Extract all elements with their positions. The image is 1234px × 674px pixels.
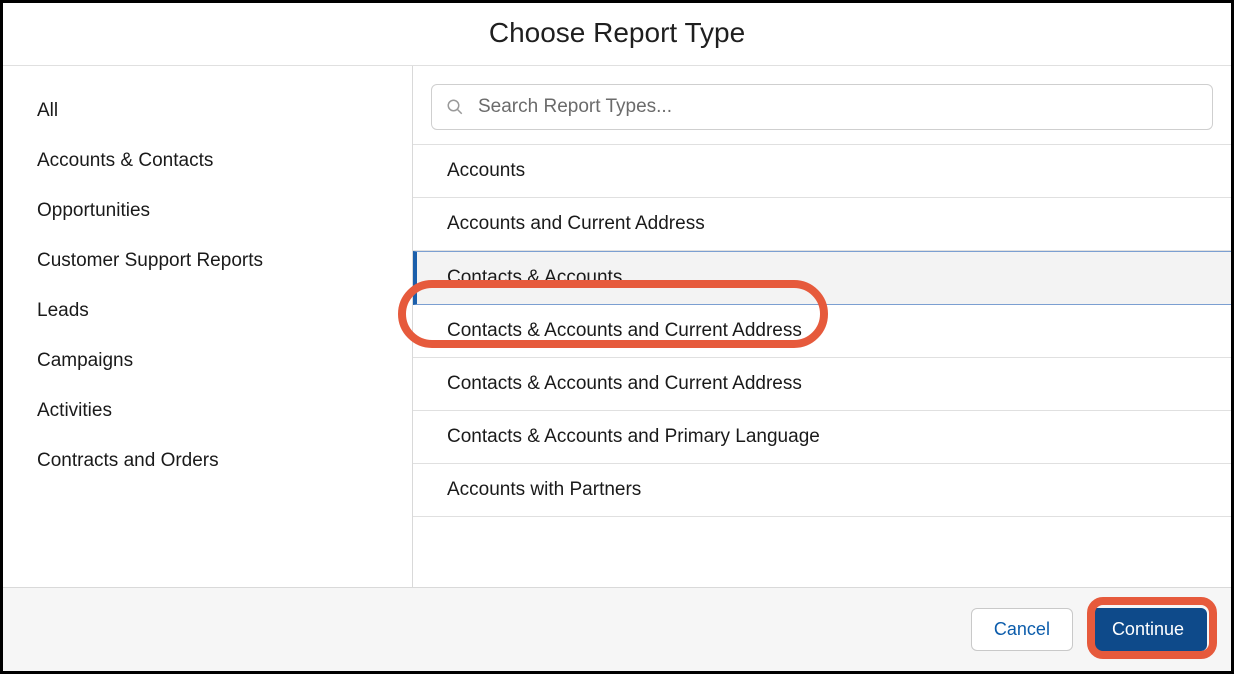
dialog-header: Choose Report Type [3, 3, 1231, 66]
dialog-title: Choose Report Type [3, 17, 1231, 49]
sidebar-item-accounts-contacts[interactable]: Accounts & Contacts [3, 136, 412, 186]
category-sidebar: All Accounts & Contacts Opportunities Cu… [3, 66, 413, 587]
report-type-row[interactable]: Contacts & Accounts and Current Address [413, 305, 1231, 358]
report-type-row[interactable]: Accounts and Current Address [413, 198, 1231, 251]
report-type-row-selected[interactable]: Contacts & Accounts [413, 251, 1231, 305]
search-wrap [413, 66, 1231, 144]
sidebar-item-campaigns[interactable]: Campaigns [3, 336, 412, 386]
sidebar-item-opportunities[interactable]: Opportunities [3, 186, 412, 236]
dialog-footer: Cancel Continue [3, 587, 1231, 671]
continue-button[interactable]: Continue [1089, 608, 1207, 651]
sidebar-item-all[interactable]: All [3, 86, 412, 136]
sidebar-item-customer-support[interactable]: Customer Support Reports [3, 236, 412, 286]
report-type-list: Accounts Accounts and Current Address Co… [413, 144, 1231, 587]
sidebar-item-leads[interactable]: Leads [3, 286, 412, 336]
sidebar-item-activities[interactable]: Activities [3, 386, 412, 436]
dialog-frame: Choose Report Type All Accounts & Contac… [0, 0, 1234, 674]
search-box[interactable] [431, 84, 1213, 130]
cancel-button[interactable]: Cancel [971, 608, 1073, 651]
report-type-row[interactable]: Contacts & Accounts and Current Address [413, 358, 1231, 411]
search-icon [446, 98, 464, 116]
report-type-row[interactable]: Contacts & Accounts and Primary Language [413, 411, 1231, 464]
report-type-row[interactable]: Accounts with Partners [413, 464, 1231, 517]
main-panel: Accounts Accounts and Current Address Co… [413, 66, 1231, 587]
dialog-body: All Accounts & Contacts Opportunities Cu… [3, 66, 1231, 587]
report-type-row[interactable]: Accounts [413, 145, 1231, 198]
search-input[interactable] [476, 95, 1198, 119]
sidebar-item-contracts-orders[interactable]: Contracts and Orders [3, 436, 412, 486]
